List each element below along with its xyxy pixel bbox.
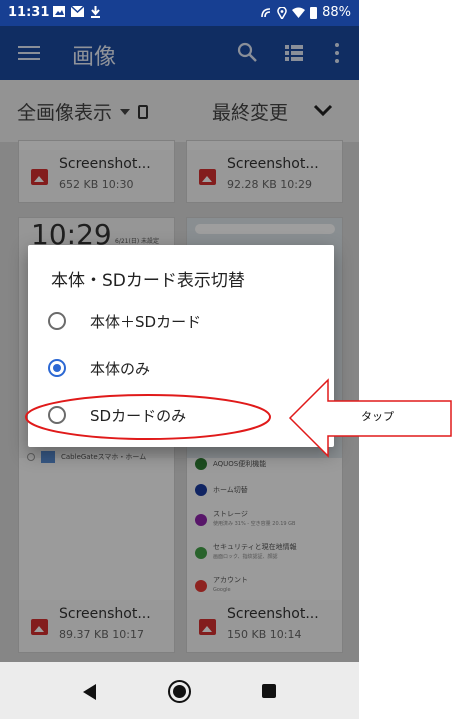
option-internal-and-sd[interactable]: 本体＋SDカード bbox=[48, 303, 318, 339]
battery-percent: 88% bbox=[322, 5, 351, 20]
location-icon bbox=[277, 6, 287, 19]
dialog-title: 本体・SDカード表示切替 bbox=[51, 271, 245, 291]
tap-annotation-label: タップ bbox=[361, 410, 394, 423]
navigation-bar bbox=[0, 662, 359, 719]
option-label: SDカードのみ bbox=[90, 406, 187, 425]
back-icon[interactable] bbox=[83, 684, 96, 700]
status-time: 11:31 bbox=[8, 5, 50, 20]
phone-screen: 11:31 88% 画像 全画像表示 最終変更 Screenshot... 65… bbox=[0, 0, 359, 719]
recent-apps-icon[interactable] bbox=[262, 684, 276, 698]
mail-icon bbox=[71, 6, 84, 17]
home-icon[interactable] bbox=[168, 680, 191, 703]
storage-switch-dialog: 本体・SDカード表示切替 本体＋SDカード 本体のみ SDカードのみ bbox=[28, 245, 334, 447]
wifi-icon bbox=[292, 7, 306, 18]
download-icon bbox=[91, 6, 100, 18]
radio-checked-icon[interactable] bbox=[48, 359, 66, 377]
option-sd-only[interactable]: SDカードのみ bbox=[48, 397, 318, 433]
radio-icon[interactable] bbox=[48, 406, 66, 424]
option-internal-only[interactable]: 本体のみ bbox=[48, 350, 318, 386]
option-label: 本体＋SDカード bbox=[90, 312, 202, 331]
battery-icon bbox=[310, 6, 318, 19]
option-label: 本体のみ bbox=[90, 359, 151, 378]
nfc-icon bbox=[261, 7, 271, 17]
radio-icon[interactable] bbox=[48, 312, 66, 330]
status-bar: 11:31 88% bbox=[0, 0, 359, 26]
image-notification-icon bbox=[53, 6, 65, 17]
